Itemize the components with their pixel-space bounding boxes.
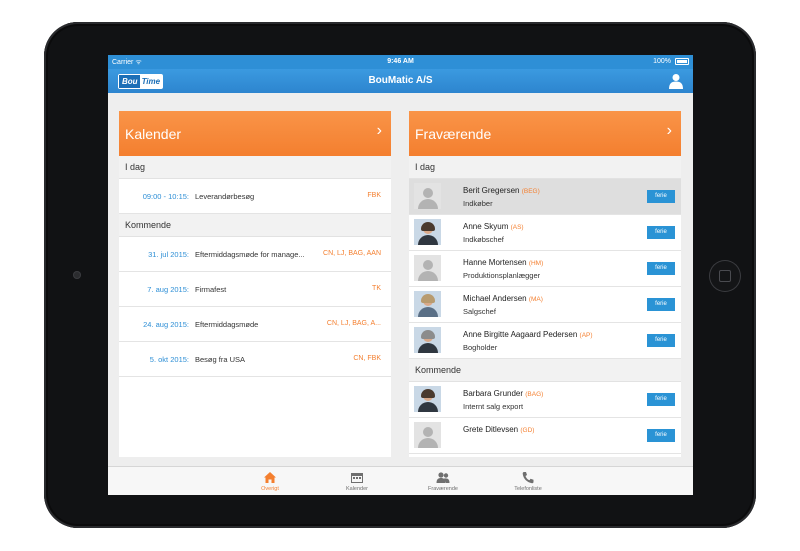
- person-initials: (AP): [579, 332, 593, 339]
- status-bar: Carrier ᯤ 9:46 AM 100%: [108, 55, 693, 69]
- section-header-upcoming: Kommende: [409, 359, 681, 382]
- kalender-header[interactable]: Kalender ›: [119, 111, 391, 156]
- person-initials: (HM): [528, 260, 544, 267]
- tab-label: Overigt: [261, 486, 279, 492]
- ferie-badge[interactable]: ferie: [647, 262, 675, 275]
- event-title: Eftermiddagsmøde: [195, 320, 259, 329]
- profile-icon[interactable]: [669, 73, 683, 89]
- phone-icon: [522, 472, 534, 484]
- ferie-badge[interactable]: ferie: [647, 190, 675, 203]
- fravaerende-header[interactable]: Fraværende ›: [409, 111, 681, 156]
- avatar-placeholder-icon: [414, 255, 441, 281]
- calendar-icon: [351, 473, 363, 483]
- nav-bar: Bou Time BouMatic A/S: [108, 69, 693, 93]
- avatar: [414, 291, 441, 317]
- person-initials: (MA): [528, 296, 543, 303]
- person-name: Berit Gregersen: [463, 186, 520, 195]
- chevron-right-icon[interactable]: ›: [667, 122, 672, 140]
- person-name: Anne Birgitte Aagaard Pedersen: [463, 330, 578, 339]
- section-header-today: I dag: [409, 156, 681, 179]
- event-title: Leverandørbesøg: [195, 192, 255, 201]
- chevron-right-icon[interactable]: ›: [377, 122, 382, 140]
- home-button[interactable]: [709, 260, 741, 292]
- battery-icon: [675, 58, 689, 65]
- ferie-badge[interactable]: ferie: [647, 334, 675, 347]
- list-item[interactable]: 24. aug 2015: Eftermiddagsmøde CN, LJ, B…: [119, 307, 391, 342]
- person-initials: (AS): [510, 224, 524, 231]
- event-participants: CN, LJ, BAG, AAN: [323, 250, 381, 257]
- page-title: BouMatic A/S: [368, 75, 433, 86]
- tab-label: Kalender: [345, 486, 369, 492]
- section-header-today: I dag: [119, 156, 391, 179]
- tab-bar: Overigt Kalender Fraværende Telefonliste: [108, 466, 693, 495]
- person-name: Barbara Grunder: [463, 389, 524, 398]
- ferie-badge[interactable]: ferie: [647, 429, 675, 442]
- person-initials: (BAG): [525, 391, 544, 398]
- list-item[interactable]: Hanne Mortensen (HM) Produktionsplanlægg…: [409, 251, 681, 287]
- tab-kalender[interactable]: Kalender: [322, 467, 392, 495]
- person-name: Anne Skyum: [463, 222, 509, 231]
- person-initials: (GD): [520, 427, 535, 434]
- tab-telefonliste[interactable]: Telefonliste: [493, 467, 563, 495]
- event-title: Firmafest: [195, 285, 227, 294]
- fravaerende-card: Fraværende › I dag Berit Gregersen (BEG)…: [409, 111, 681, 457]
- event-title: Besøg fra USA: [195, 355, 246, 364]
- person-role: Internt salg export: [463, 402, 524, 411]
- list-item[interactable]: 09:00 - 10:15: Leverandørbesøg FBK: [119, 179, 391, 214]
- event-participants: FBK: [367, 192, 381, 199]
- ferie-badge[interactable]: ferie: [647, 393, 675, 406]
- tab-label: Fraværende: [428, 486, 458, 492]
- list-item[interactable]: Berit Gregersen (BEG) Indkøber ferie: [409, 179, 681, 215]
- event-date: 24. aug 2015:: [143, 320, 189, 329]
- event-date: 31. jul 2015:: [148, 250, 189, 259]
- kalender-title: Kalender: [125, 126, 182, 142]
- event-title: Eftermiddagsmøde for manage...: [195, 250, 305, 259]
- camera: [73, 271, 81, 279]
- fravaerende-title: Fraværende: [415, 126, 492, 142]
- person-initials: (BEG): [521, 188, 540, 195]
- event-date: 7. aug 2015:: [147, 285, 189, 294]
- list-item[interactable]: Michael Andersen (MA) Salgschef ferie: [409, 287, 681, 323]
- person-name: Michael Andersen: [463, 294, 527, 303]
- avatar-placeholder-icon: [414, 183, 441, 209]
- tab-overigt[interactable]: Overigt: [235, 467, 305, 495]
- people-icon: [436, 472, 450, 483]
- list-item[interactable]: Barbara Grunder (BAG) Internt salg expor…: [409, 382, 681, 418]
- list-item[interactable]: Anne Birgitte Aagaard Pedersen (AP) Bogh…: [409, 323, 681, 359]
- ferie-badge[interactable]: ferie: [647, 298, 675, 311]
- kalender-card: Kalender › I dag 09:00 - 10:15: Leverand…: [119, 111, 391, 457]
- screen: Carrier ᯤ 9:46 AM 100% Bou Time BouMatic…: [108, 55, 693, 495]
- home-icon: [264, 472, 276, 483]
- section-header-upcoming: Kommende: [119, 214, 391, 237]
- person-role: Salgschef: [463, 307, 496, 316]
- avatar-placeholder-icon: [414, 422, 441, 448]
- person-role: Produktionsplanlægger: [463, 271, 541, 280]
- ferie-badge[interactable]: ferie: [647, 226, 675, 239]
- event-participants: CN, FBK: [353, 355, 381, 362]
- avatar: [414, 386, 441, 412]
- list-item[interactable]: Anne Skyum (AS) Indkøbschef ferie: [409, 215, 681, 251]
- list-item[interactable]: 5. okt 2015: Besøg fra USA CN, FBK: [119, 342, 391, 377]
- person-name: Hanne Mortensen: [463, 258, 527, 267]
- clock: 9:46 AM: [387, 58, 414, 65]
- avatar: [414, 327, 441, 353]
- list-item[interactable]: Grete Ditlevsen (GD) ferie: [409, 418, 681, 454]
- event-time: 09:00 - 10:15:: [142, 192, 189, 201]
- person-role: Indkøbschef: [463, 235, 504, 244]
- event-participants: CN, LJ, BAG, A...: [326, 320, 381, 327]
- tab-fravaerende[interactable]: Fraværende: [408, 467, 478, 495]
- event-participants: TK: [372, 285, 381, 292]
- list-item[interactable]: 7. aug 2015: Firmafest TK: [119, 272, 391, 307]
- list-item[interactable]: 31. jul 2015: Eftermiddagsmøde for manag…: [119, 237, 391, 272]
- person-name: Grete Ditlevsen: [463, 425, 519, 434]
- person-role: Bogholder: [463, 343, 498, 352]
- avatar: [414, 219, 441, 245]
- battery-percent: 100%: [653, 58, 671, 65]
- event-date: 5. okt 2015:: [149, 355, 189, 364]
- person-role: Indkøber: [463, 199, 493, 208]
- tab-label: Telefonliste: [514, 486, 542, 492]
